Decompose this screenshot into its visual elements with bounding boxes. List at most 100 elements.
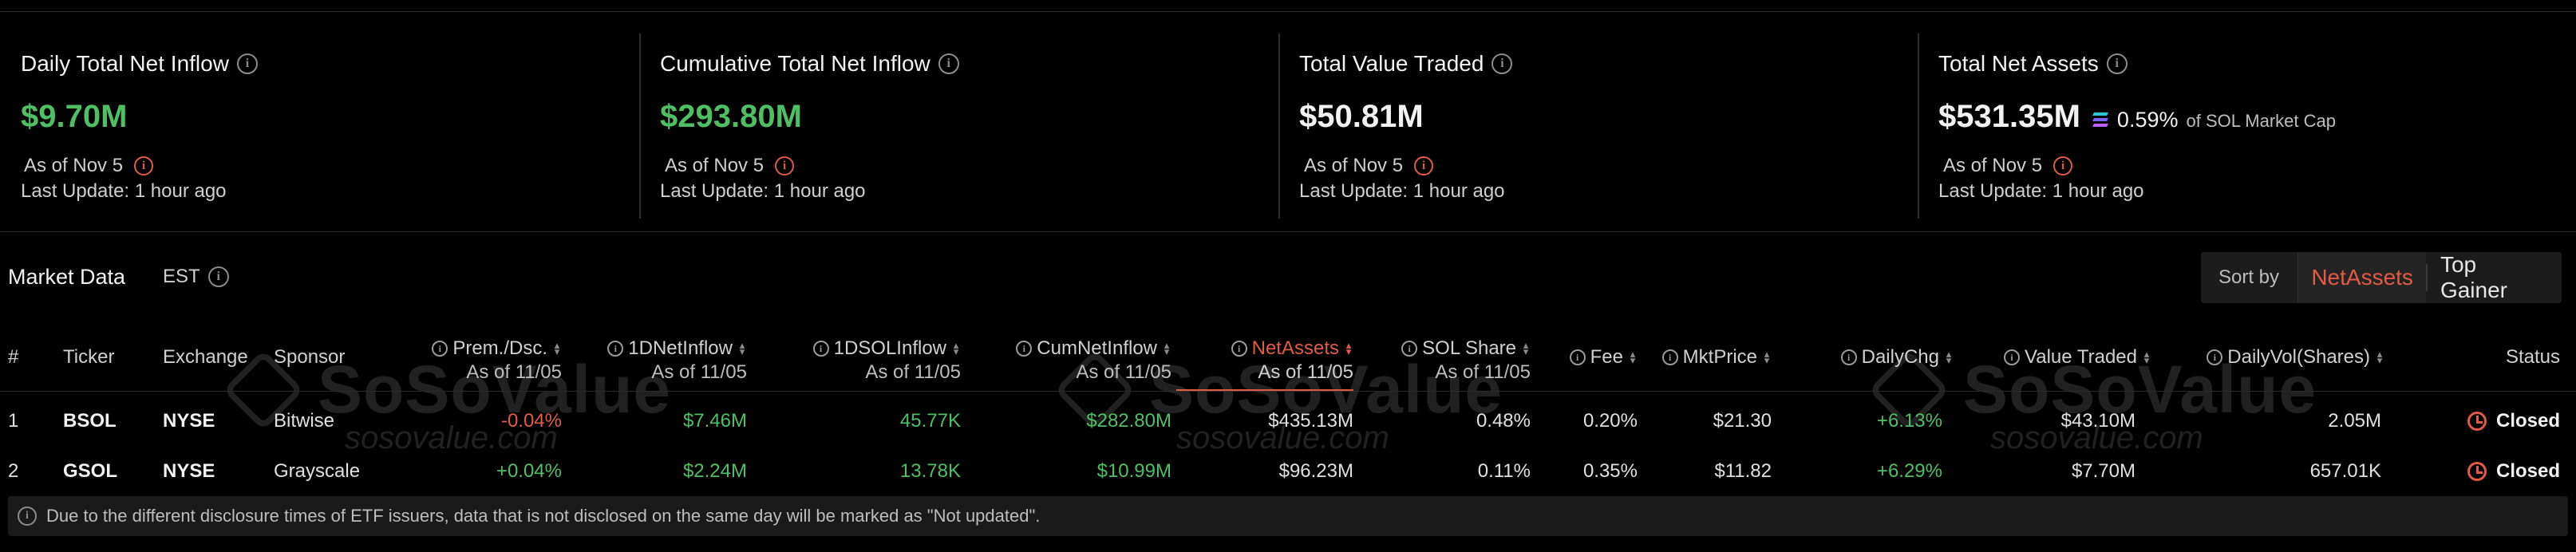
col-header-prem-dsc[interactable]: i Prem./Dsc. ▴ ▾ As of 11/05: [432, 337, 562, 384]
row-prem-dsc: +0.04%: [496, 460, 562, 482]
row-mkt-price: $21.30: [1713, 410, 1772, 432]
as-of: As of Nov 5 i: [24, 155, 154, 177]
disclosure-note: i Due to the different disclosure times …: [8, 496, 2568, 536]
info-icon[interactable]: i: [938, 53, 959, 74]
row-cum-net-inflow: $10.99M: [1096, 460, 1171, 482]
sort-arrows-icon[interactable]: ▴ ▾: [951, 340, 961, 357]
row-1d-sol-inflow: 13.78K: [899, 460, 961, 482]
row-fee: 0.35%: [1582, 460, 1638, 482]
sort-arrows-icon[interactable]: ▴ ▾: [1521, 340, 1531, 357]
col-header-value-traded[interactable]: i Value Traded ▴ ▾: [2004, 345, 2151, 369]
row-prem-dsc: -0.04%: [500, 410, 562, 432]
sort-option-netassets[interactable]: NetAssets: [2297, 252, 2426, 303]
col-header-sol-share[interactable]: i SOL Share ▴ ▾ As of 11/05: [1401, 337, 1531, 384]
col-header-sponsor: Sponsor: [274, 346, 346, 368]
info-icon[interactable]: i: [1016, 341, 1033, 357]
as-of: As of Nov 5 i: [665, 155, 795, 177]
header-divider: [0, 391, 2576, 392]
info-icon[interactable]: i: [2106, 53, 2128, 74]
timezone-label: EST i: [163, 266, 229, 288]
col-header-mkt-price[interactable]: i MktPrice ▴ ▾: [1661, 345, 1772, 369]
sort-arrows-icon[interactable]: ▴ ▾: [1344, 340, 1353, 357]
info-icon[interactable]: i: [134, 156, 154, 175]
row-num: 2: [8, 460, 19, 482]
row-sponsor: Grayscale: [274, 460, 361, 482]
as-of: As of Nov 5 i: [1943, 155, 2073, 177]
card-title: Cumulative Total Net Inflow i: [660, 51, 959, 77]
card-cumulative-net-inflow: Cumulative Total Net Inflow i $293.80M A…: [639, 34, 1278, 219]
last-update: Last Update: 1 hour ago: [1938, 180, 2144, 202]
info-icon[interactable]: i: [1569, 349, 1586, 365]
info-icon[interactable]: i: [812, 341, 829, 357]
info-icon[interactable]: i: [2207, 349, 2223, 365]
sort-arrows-icon[interactable]: ▴ ▾: [1628, 349, 1638, 365]
card-title: Total Value Traded i: [1299, 51, 1513, 77]
row-value-traded: $7.70M: [2071, 460, 2135, 482]
info-icon[interactable]: i: [432, 341, 448, 357]
row-net-assets: $435.13M: [1268, 410, 1353, 432]
row-sol-share: 0.11%: [1477, 460, 1531, 482]
row-fee: 0.20%: [1582, 410, 1638, 432]
info-icon[interactable]: i: [1231, 341, 1247, 357]
col-header-daily-vol[interactable]: i DailyVol(Shares) ▴ ▾: [2207, 345, 2384, 369]
sort-arrows-icon[interactable]: ▴ ▾: [552, 340, 562, 357]
last-update: Last Update: 1 hour ago: [1299, 180, 1505, 202]
section-divider: [0, 231, 2576, 232]
col-header-exchange: Exchange: [163, 346, 248, 368]
clock-icon: [2467, 462, 2487, 481]
card-value: $531.35M 0.59% of SOL Market Cap: [1938, 99, 2336, 134]
last-update: Last Update: 1 hour ago: [660, 180, 866, 202]
col-header-ticker: Ticker: [63, 346, 115, 368]
info-icon[interactable]: i: [1840, 349, 1857, 365]
top-divider: [0, 11, 2576, 12]
row-1d-sol-inflow: 45.77K: [899, 410, 961, 432]
col-header-daily-chg[interactable]: i DailyChg ▴ ▾: [1840, 345, 1954, 369]
info-icon[interactable]: i: [607, 341, 624, 357]
row-ticker[interactable]: BSOL: [63, 409, 117, 433]
clock-icon: [2467, 412, 2487, 431]
row-1d-net-inflow: $2.24M: [682, 460, 747, 482]
card-value: $9.70M: [21, 99, 128, 134]
row-cum-net-inflow: $282.80M: [1086, 410, 1171, 432]
row-net-assets: $96.23M: [1278, 460, 1353, 482]
sort-arrows-icon[interactable]: ▴ ▾: [1762, 349, 1772, 365]
sol-etf-dashboard: Daily Total Net Inflow i $9.70M As of No…: [0, 0, 2576, 552]
card-value: $293.80M: [660, 99, 802, 134]
col-header-status: Status: [2505, 346, 2560, 368]
col-header-1d-sol-inflow[interactable]: i 1DSOLInflow ▴ ▾ As of 11/05: [812, 337, 961, 384]
info-icon[interactable]: i: [1491, 53, 1513, 74]
info-icon[interactable]: i: [1414, 156, 1434, 175]
sort-arrows-icon[interactable]: ▴ ▾: [1162, 340, 1171, 357]
info-icon[interactable]: i: [207, 266, 229, 287]
row-1d-net-inflow: $7.46M: [682, 410, 747, 432]
market-data-title: Market Data: [8, 265, 126, 289]
row-exchange: NYSE: [163, 460, 215, 482]
info-icon[interactable]: i: [1661, 349, 1678, 365]
sort-arrows-icon[interactable]: ▴ ▾: [737, 340, 747, 357]
col-header-net-assets[interactable]: i NetAssets ▴ ▾ As of 11/05: [1231, 337, 1353, 384]
sort-arrows-icon[interactable]: ▴ ▾: [2142, 349, 2151, 365]
col-header-cum-net-inflow[interactable]: i CumNetInflow ▴ ▾ As of 11/05: [1016, 337, 1171, 384]
info-icon: i: [18, 507, 37, 526]
card-total-value-traded: Total Value Traded i $50.81M As of Nov 5…: [1278, 34, 1918, 219]
solana-icon: [2092, 111, 2109, 128]
row-num: 1: [8, 410, 19, 432]
col-header-num: #: [8, 346, 19, 368]
row-exchange: NYSE: [163, 410, 215, 432]
info-icon[interactable]: i: [2004, 349, 2020, 365]
info-icon[interactable]: i: [775, 156, 795, 175]
row-ticker[interactable]: GSOL: [63, 459, 117, 483]
sort-arrows-icon[interactable]: ▴ ▾: [1944, 349, 1954, 365]
as-of: As of Nov 5 i: [1304, 155, 1434, 177]
col-header-1d-net-inflow[interactable]: i 1DNetInflow ▴ ▾ As of 11/05: [607, 337, 747, 384]
card-daily-net-inflow: Daily Total Net Inflow i $9.70M As of No…: [0, 34, 639, 219]
sort-option-top-gainer[interactable]: Top Gainer: [2425, 252, 2562, 302]
sort-label: Sort by: [2218, 266, 2280, 288]
info-icon[interactable]: i: [2053, 156, 2073, 175]
info-icon[interactable]: i: [236, 53, 258, 74]
sort-arrows-icon[interactable]: ▴ ▾: [2375, 349, 2384, 365]
info-icon[interactable]: i: [1401, 341, 1418, 357]
col-header-fee[interactable]: i Fee ▴ ▾: [1569, 345, 1638, 369]
row-daily-chg: +6.29%: [1876, 460, 1942, 482]
row-value-traded: $43.10M: [2060, 410, 2135, 432]
